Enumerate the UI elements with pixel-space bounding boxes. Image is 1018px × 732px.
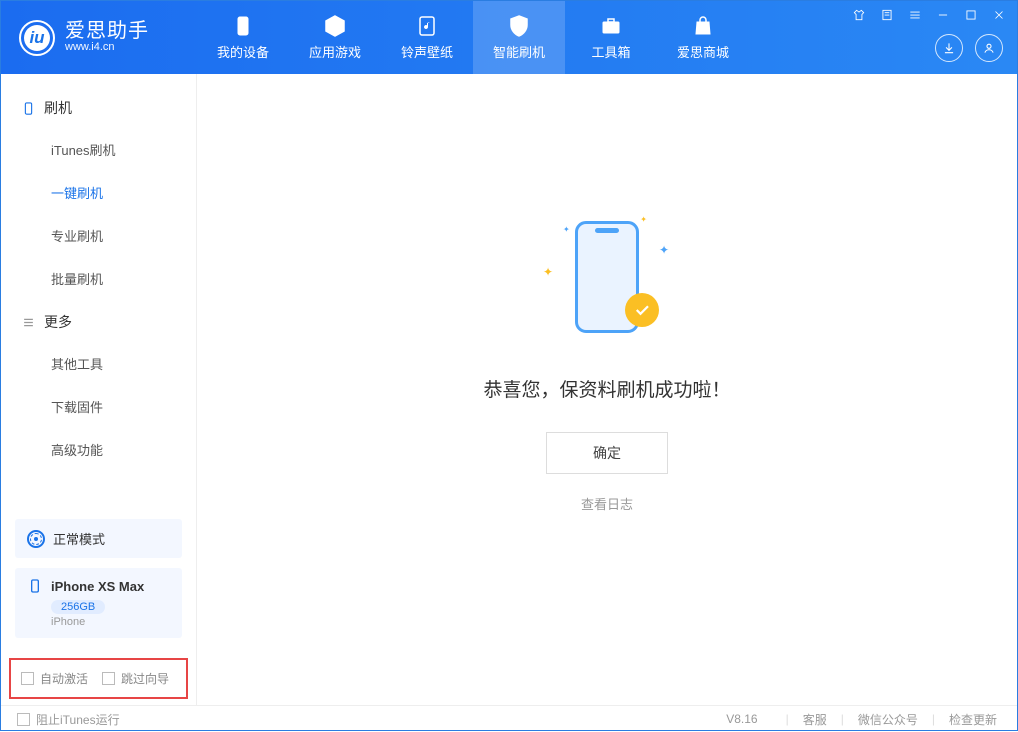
app-name: 爱思助手 — [65, 21, 149, 41]
success-message: 恭喜您，保资料刷机成功啦！ — [483, 375, 730, 402]
window-controls — [851, 7, 1007, 23]
logo: iu 爱思助手 www.i4.cn — [1, 20, 197, 56]
footer-link-wechat[interactable]: 微信公众号 — [854, 711, 922, 728]
music-icon — [415, 14, 439, 38]
cube-icon — [323, 14, 347, 38]
main-content: ✦ ✦ ✦ ✦ 恭喜您，保资料刷机成功啦！ 确定 查看日志 — [197, 74, 1017, 705]
checkbox-icon — [102, 672, 115, 685]
sidebar-group-flash: 刷机 — [1, 86, 196, 128]
nav-apps[interactable]: 应用游戏 — [289, 1, 381, 74]
shirt-icon[interactable] — [851, 7, 867, 23]
sidebar-item-batch-flash[interactable]: 批量刷机 — [1, 257, 196, 300]
checkbox-skip-wizard[interactable]: 跳过向导 — [102, 670, 169, 687]
version-label: V8.16 — [726, 712, 757, 726]
app-site: www.i4.cn — [65, 41, 149, 54]
top-nav: 我的设备 应用游戏 铃声壁纸 智能刷机 工具箱 爱思商城 — [197, 1, 749, 74]
sidebar-item-advanced[interactable]: 高级功能 — [1, 428, 196, 471]
user-controls — [935, 34, 1003, 62]
list-icon — [21, 315, 36, 330]
phone-icon — [27, 578, 43, 594]
nav-flash[interactable]: 智能刷机 — [473, 1, 565, 74]
device-capacity: 256GB — [51, 600, 105, 614]
menu-icon[interactable] — [907, 7, 923, 23]
nav-ringtone[interactable]: 铃声壁纸 — [381, 1, 473, 74]
nav-my-device[interactable]: 我的设备 — [197, 1, 289, 74]
checkbox-auto-activate[interactable]: 自动激活 — [21, 670, 88, 687]
ok-button[interactable]: 确定 — [546, 432, 668, 474]
shield-refresh-icon — [507, 14, 531, 38]
note-icon[interactable] — [879, 7, 895, 23]
app-header: iu 爱思助手 www.i4.cn 我的设备 应用游戏 铃声壁纸 智能刷机 工具… — [1, 1, 1017, 74]
device-card[interactable]: iPhone XS Max 256GB iPhone — [15, 568, 182, 638]
sidebar-group-more: 更多 — [1, 300, 196, 342]
success-illustration: ✦ ✦ ✦ ✦ — [537, 207, 677, 347]
checkbox-icon — [17, 713, 30, 726]
logo-icon: iu — [19, 20, 55, 56]
device-panel: 正常模式 iPhone XS Max 256GB iPhone — [1, 509, 196, 648]
checkmark-badge-icon — [625, 293, 659, 327]
footer-link-update[interactable]: 检查更新 — [945, 711, 1001, 728]
sidebar-item-pro-flash[interactable]: 专业刷机 — [1, 214, 196, 257]
phone-icon — [21, 101, 36, 116]
sidebar-item-itunes-flash[interactable]: iTunes刷机 — [1, 128, 196, 171]
checkbox-block-itunes[interactable]: 阻止iTunes运行 — [17, 711, 120, 728]
view-log-link[interactable]: 查看日志 — [581, 494, 633, 513]
sidebar: 刷机 iTunes刷机 一键刷机 专业刷机 批量刷机 更多 其他工具 下载固件 … — [1, 74, 197, 705]
download-button[interactable] — [935, 34, 963, 62]
nav-store[interactable]: 爱思商城 — [657, 1, 749, 74]
bag-icon — [691, 14, 715, 38]
mode-icon — [27, 530, 45, 548]
highlighted-options: 自动激活 跳过向导 — [9, 658, 188, 699]
toolbox-icon — [599, 14, 623, 38]
device-mode-label: 正常模式 — [53, 529, 105, 548]
status-bar: 阻止iTunes运行 V8.16 | 客服 | 微信公众号 | 检查更新 — [1, 705, 1017, 732]
sidebar-item-oneclick-flash[interactable]: 一键刷机 — [1, 171, 196, 214]
device-icon — [231, 14, 255, 38]
minimize-button[interactable] — [935, 7, 951, 23]
maximize-button[interactable] — [963, 7, 979, 23]
sidebar-item-firmware[interactable]: 下载固件 — [1, 385, 196, 428]
device-name: iPhone XS Max — [51, 579, 144, 594]
device-type: iPhone — [51, 616, 170, 628]
device-mode-card[interactable]: 正常模式 — [15, 519, 182, 558]
account-button[interactable] — [975, 34, 1003, 62]
close-button[interactable] — [991, 7, 1007, 23]
footer-link-support[interactable]: 客服 — [799, 711, 831, 728]
checkbox-icon — [21, 672, 34, 685]
sidebar-item-other-tools[interactable]: 其他工具 — [1, 342, 196, 385]
nav-tools[interactable]: 工具箱 — [565, 1, 657, 74]
